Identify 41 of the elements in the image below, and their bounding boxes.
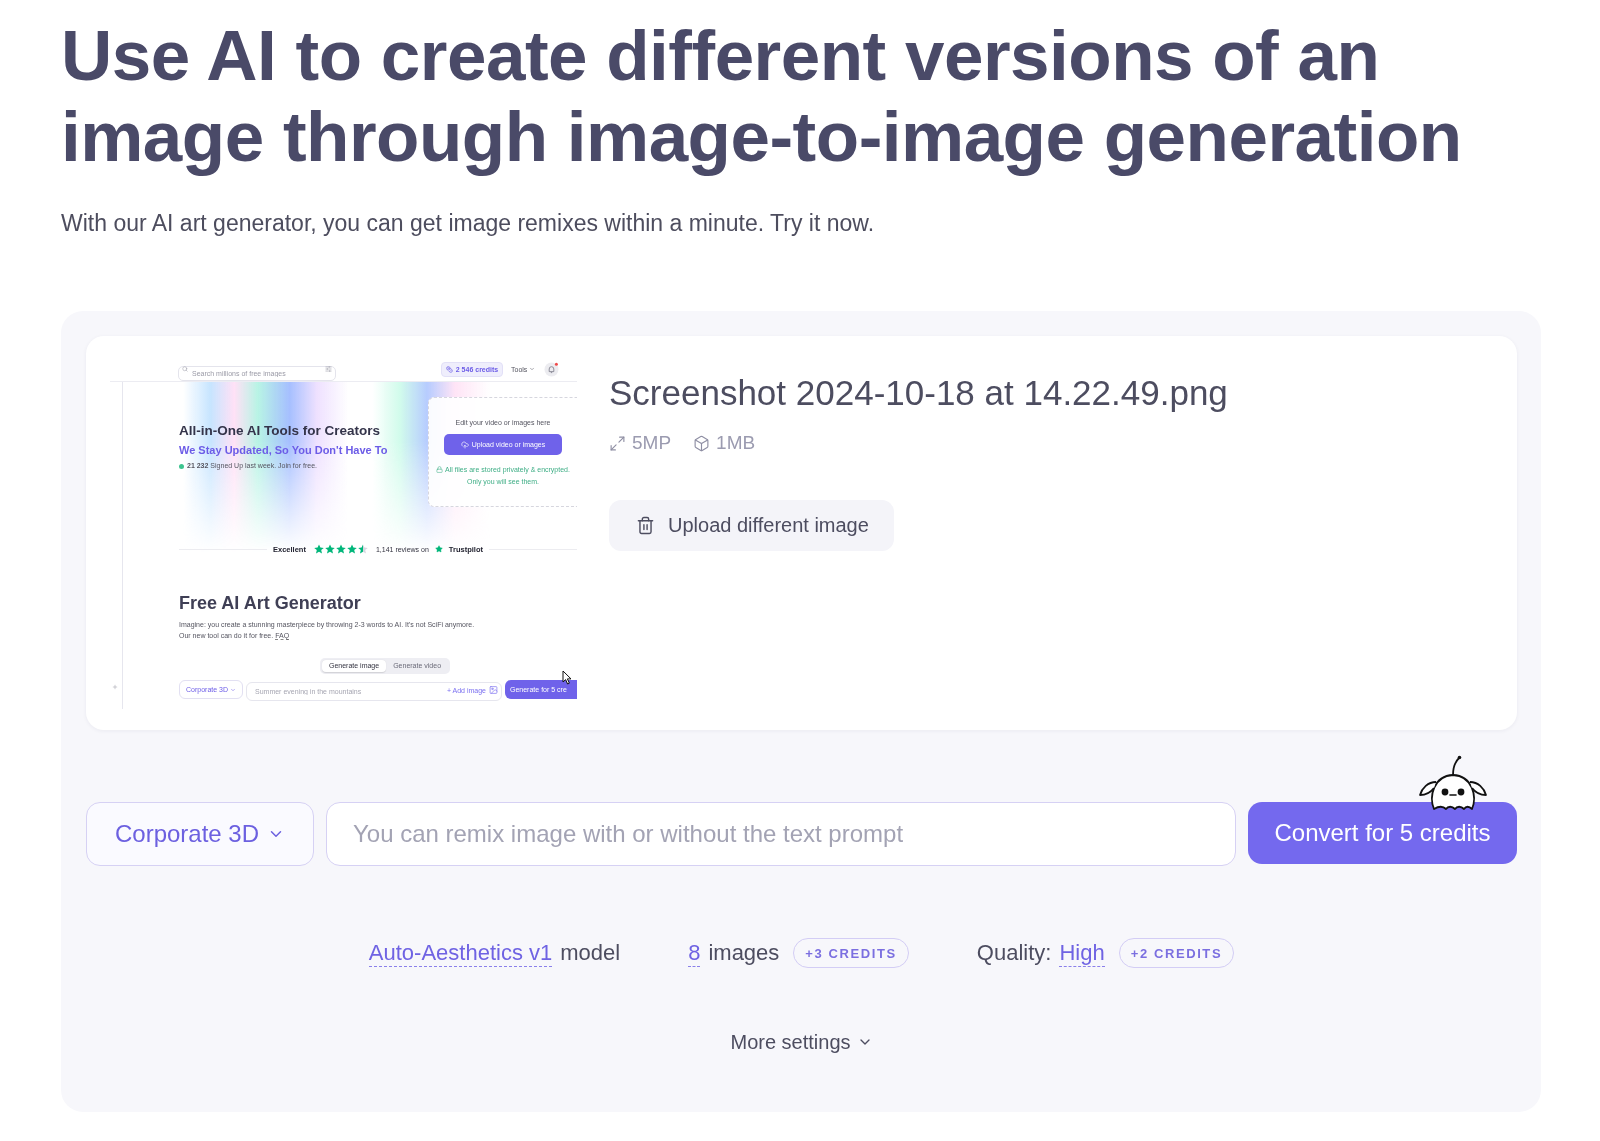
hero-title: All-in-One AI Tools for Creators (179, 422, 380, 439)
upload-different-image-button[interactable]: Upload different image (609, 500, 894, 551)
section-title: Free AI Art Generator (179, 592, 362, 614)
setting-link[interactable]: High (1059, 939, 1105, 967)
star-icon (313, 544, 324, 554)
search-icon (182, 366, 188, 372)
star-icon (324, 544, 335, 554)
cloud-upload-icon (460, 440, 469, 449)
plus-icon[interactable] (111, 684, 118, 690)
file-name: Screenshot 2024-10-18 at 14.22.49.png (609, 372, 1228, 414)
page-title: Use AI to create different versions of an image through image-to-image generation (61, 15, 1463, 177)
hero-tagline: We Stay Updated, So You Don't Have To (179, 443, 388, 457)
star-icon (434, 545, 443, 553)
style-dropdown[interactable]: Corporate 3D (86, 802, 314, 866)
status-dot-icon (179, 463, 184, 469)
trash-icon (636, 516, 655, 535)
star-icon (335, 544, 346, 554)
page-subtitle: With our AI art generator, you can get image remixes within a minute. Try it now. (61, 209, 876, 238)
more-settings-button[interactable]: More settings (730, 1030, 873, 1054)
star-icon (346, 544, 357, 554)
mascot-icon (1417, 755, 1489, 811)
setting-link[interactable]: Auto-Aesthetics v1 (368, 939, 553, 967)
cursor-icon (562, 670, 573, 685)
setting-label: images (708, 939, 780, 967)
image-icon (489, 685, 498, 694)
prompt-field[interactable]: You can remix image with or without the text prompt (326, 802, 1236, 866)
cube-icon (693, 434, 711, 452)
convert-button[interactable]: Convert for 5 credits (1248, 802, 1517, 864)
star-icon (357, 544, 368, 554)
filter-icon (325, 365, 332, 373)
setting-label: model (560, 939, 621, 967)
file-meta: 5MP (632, 431, 672, 455)
expand-arrows-icon (609, 434, 626, 452)
lock-icon (436, 466, 444, 473)
setting-label: Quality: (976, 939, 1052, 967)
file-meta: 1MB (716, 431, 756, 455)
coins-icon (445, 365, 453, 373)
chevron-down-icon (529, 366, 536, 372)
setting-link[interactable]: 8 (688, 939, 701, 967)
chevron-down-icon (230, 686, 236, 693)
bell-icon[interactable] (544, 361, 560, 377)
